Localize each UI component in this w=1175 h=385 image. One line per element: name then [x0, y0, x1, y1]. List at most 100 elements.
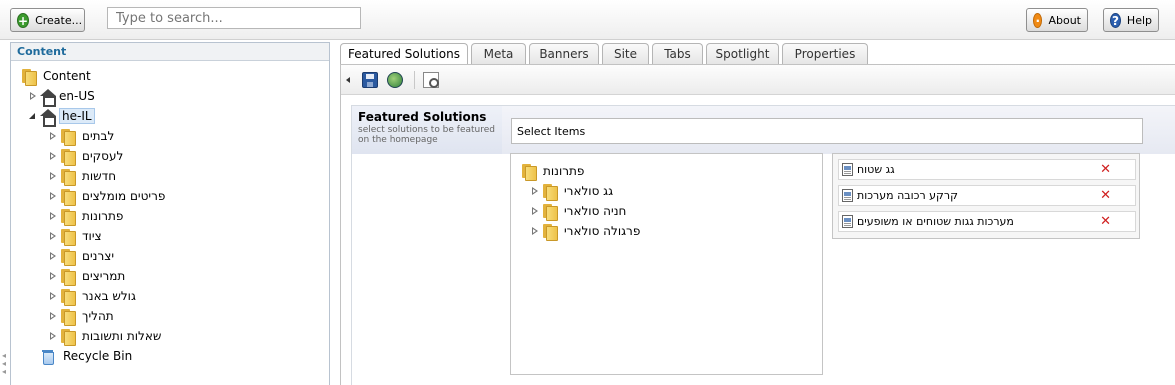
selected-item-label: מערכות גגות שטוחים או משופעים [857, 215, 1014, 228]
tree-node-child[interactable]: תהליך [49, 307, 114, 326]
expand-arrow-icon[interactable] [531, 227, 539, 235]
source-node-child[interactable]: גג סולארי [531, 182, 614, 201]
selected-item-label: קרקע רכובה מערכות [857, 189, 958, 202]
toolbar-divider [414, 71, 415, 89]
about-icon: · [1033, 12, 1043, 28]
field-description: select solutions to be featured on the h… [358, 125, 496, 145]
folder-icon [60, 208, 76, 226]
tree-node-en-us[interactable]: en-US [29, 87, 95, 107]
tree-node-label: תהליך [82, 309, 114, 323]
source-node-child[interactable]: פרגולה סולארי [531, 222, 641, 241]
tab-tabs[interactable]: Tabs [652, 43, 703, 64]
tree-node-child[interactable]: ציוד [49, 227, 102, 246]
preview-icon[interactable] [423, 72, 439, 88]
home-icon [40, 88, 57, 107]
tree-node-label: לעסקים [82, 149, 124, 163]
help-button[interactable]: ? Help [1103, 8, 1159, 32]
tree-node-child[interactable]: לעסקים [49, 147, 124, 166]
folder-icon [542, 203, 558, 221]
tree-node-child[interactable]: לבתים [49, 127, 114, 146]
document-icon [842, 163, 853, 176]
source-node-root[interactable]: פתרונות [521, 162, 584, 181]
tree-node-label: he-IL [59, 108, 95, 124]
top-toolbar: + Create... · About ? Help [0, 0, 1175, 40]
tree-node-label: פתרונות [82, 209, 124, 223]
remove-item-icon[interactable]: ✕ [1100, 162, 1111, 177]
source-node-child[interactable]: חניה סולארי [531, 202, 626, 221]
expand-arrow-icon[interactable] [49, 292, 57, 300]
expand-arrow-icon[interactable] [49, 152, 57, 160]
tab-spotlight[interactable]: Spotlight [706, 43, 779, 64]
tree-node-child[interactable]: תמריצים [49, 267, 126, 286]
selected-item[interactable]: קרקע רכובה מערכות ✕ [838, 185, 1136, 206]
about-button[interactable]: · About [1026, 8, 1088, 32]
selected-item-label: גג שטוח [857, 163, 895, 176]
tree-node-label: Content [43, 69, 91, 83]
expand-arrow-icon[interactable] [531, 207, 539, 215]
home-icon [40, 108, 57, 127]
source-node-label: פרגולה סולארי [564, 224, 641, 238]
tree-node-he-il[interactable]: he-IL [29, 107, 95, 127]
folder-icon [60, 168, 76, 186]
tree-node-label: גולש באנר [82, 289, 136, 303]
tab-featured-solutions[interactable]: Featured Solutions [340, 43, 468, 65]
tree-node-child[interactable]: חדשות [49, 167, 117, 186]
folder-icon [21, 68, 37, 86]
expand-arrow-icon[interactable] [49, 332, 57, 340]
create-button[interactable]: + Create... [10, 8, 85, 32]
expand-arrow-icon[interactable] [531, 187, 539, 195]
tree-node-recycle-bin[interactable]: Recycle Bin [41, 347, 132, 365]
select-items-header: Select Items [511, 118, 1143, 144]
collapse-arrow-icon[interactable] [29, 112, 37, 120]
tab-banners[interactable]: Banners [529, 43, 599, 64]
tree-node-label: ציוד [82, 229, 102, 243]
tree-node-child[interactable]: פריטים מומלצים [49, 187, 166, 206]
folder-icon [60, 308, 76, 326]
publish-icon[interactable] [387, 72, 403, 88]
tab-properties[interactable]: Properties [782, 43, 868, 64]
folder-icon [60, 268, 76, 286]
remove-item-icon[interactable]: ✕ [1100, 214, 1111, 229]
panel-resize-grip[interactable]: ◂ ◂ ◂ [2, 352, 8, 378]
expand-arrow-icon[interactable] [49, 252, 57, 260]
save-icon[interactable] [362, 72, 378, 88]
expand-arrow-icon[interactable] [49, 172, 57, 180]
selected-item[interactable]: גג שטוח ✕ [838, 159, 1136, 180]
tree-node-label: חדשות [82, 169, 117, 183]
tree-node-label: שאלות ותשובות [82, 329, 162, 343]
content-tree-panel: Content Content en-US he-IL לבתים לעסקים [10, 42, 330, 385]
expand-arrow-icon[interactable] [29, 92, 37, 100]
tree-node-label: Recycle Bin [63, 349, 133, 363]
expand-arrow-icon[interactable] [49, 232, 57, 240]
expand-arrow-icon[interactable] [49, 212, 57, 220]
remove-item-icon[interactable]: ✕ [1100, 188, 1111, 203]
search-input[interactable] [107, 7, 361, 29]
document-icon [842, 215, 853, 228]
expand-arrow-icon[interactable] [49, 132, 57, 140]
folder-icon [60, 148, 76, 166]
add-icon: + [17, 12, 30, 28]
tree-node-label: פריטים מומלצים [82, 189, 166, 203]
folder-icon [521, 163, 537, 181]
document-icon [842, 189, 853, 202]
expand-arrow-icon[interactable] [49, 192, 57, 200]
expand-arrow-icon[interactable] [49, 272, 57, 280]
tree-node-content[interactable]: Content [21, 67, 91, 86]
tree-node-child[interactable]: שאלות ותשובות [49, 327, 162, 346]
folder-icon [60, 288, 76, 306]
tree-node-label: תמריצים [82, 269, 126, 283]
folder-icon [60, 248, 76, 266]
help-button-label: Help [1126, 13, 1152, 27]
folder-icon [60, 228, 76, 246]
collapse-left-icon[interactable] [346, 77, 350, 83]
selected-item[interactable]: מערכות גגות שטוחים או משופעים ✕ [838, 211, 1136, 232]
tree-node-label: en-US [59, 89, 95, 103]
tree-node-child[interactable]: יצרנים [49, 247, 114, 266]
expand-arrow-icon[interactable] [49, 312, 57, 320]
tree-node-child[interactable]: פתרונות [49, 207, 124, 226]
source-node-label: גג סולארי [564, 184, 614, 198]
tab-meta[interactable]: Meta [471, 43, 526, 64]
folder-icon [542, 223, 558, 241]
tree-node-child[interactable]: גולש באנר [49, 287, 136, 306]
tab-site[interactable]: Site [602, 43, 649, 64]
